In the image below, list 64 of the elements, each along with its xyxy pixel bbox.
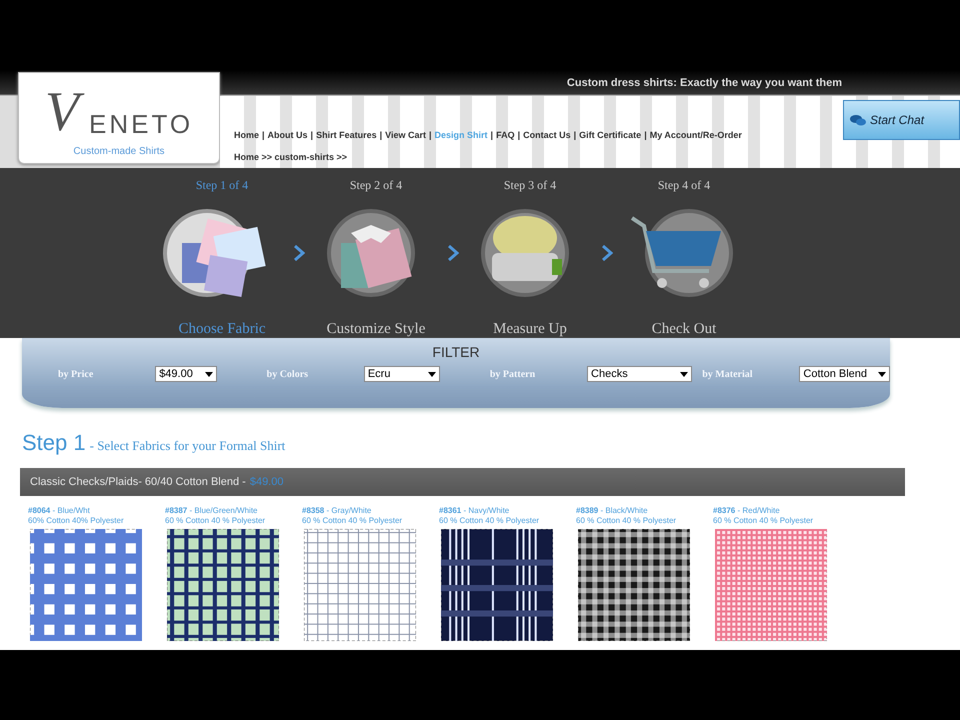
caret-icon [878,372,886,376]
chevron-right-icon [601,244,613,262]
fabric-composition: 60% Cotton 40% Polyester [28,516,125,525]
filter-label: by Material [702,368,754,380]
nav-link[interactable]: My Account/Re-Order [650,130,742,140]
chat-bubbles-icon [850,114,866,126]
filter-title: FILTER [432,344,480,360]
fabric-composition: 60 % Cotton 40 % Polyester [165,516,266,525]
nav-link[interactable]: Contact Us [523,130,571,140]
fabric-swatch[interactable] [441,529,553,641]
fabric-composition: 60 % Cotton 40 % Polyester [439,516,540,525]
nav-separator: | [574,130,576,140]
logo-wordmark: ENETO [89,109,194,140]
step-label[interactable]: Choose Fabric [178,321,266,338]
chevron-right-icon [447,244,459,262]
nav-separator: | [262,130,265,140]
nav-separator: | [518,130,520,140]
logo-initial: V [44,78,90,146]
nav-link[interactable]: Shirt Features [316,130,377,140]
nav-separator: | [310,130,314,140]
slogan: Custom dress shirts: Exactly the way you want them [566,77,842,89]
fabric-composition: 60 % Cotton 40 % Polyester [302,516,404,525]
nav-link[interactable]: FAQ [496,130,515,140]
nav-link[interactable]: Home [234,130,260,140]
filter-label: by Pattern [490,368,536,380]
step-label[interactable]: Measure Up [493,321,567,338]
filter-label: by Price [58,368,94,380]
filter-dropdown[interactable]: Ecru [364,366,440,382]
filter-dropdown[interactable]: $49.00 [155,366,217,382]
filter-dropdown[interactable]: Checks [587,366,692,382]
logo[interactable]: V ENETO Custom-made Shirts [18,72,220,164]
nav-link[interactable]: About Us [268,130,308,140]
fabric-swatch[interactable] [578,529,690,641]
caret-icon [428,372,436,376]
step-subheading: - Select Fabrics for your Formal Shirt [90,438,286,454]
breadcrumb: Home >> custom-shirts >> [234,152,348,162]
nav-separator: | [490,130,494,140]
category-title: Classic Checks/Plaids- 60/40 Cotton Blend - [30,476,246,488]
fabric-composition: 60 % Cotton 40 % Polyester [713,516,814,525]
fabric-swatch[interactable] [715,529,827,641]
step-number: Step 4 of 4 [658,178,710,193]
step-label[interactable]: Customize Style [326,321,426,338]
fabric-swatch[interactable] [167,529,279,641]
fabric-composition: 60 % Cotton 40 % Polyester [576,516,678,525]
step-label[interactable]: Check Out [652,321,716,338]
nav-link[interactable]: Gift Certificate [579,130,642,140]
filter-dropdown[interactable]: Cotton Blend [799,366,890,382]
step-number: Step 3 of 4 [504,178,556,193]
start-chat-button[interactable]: Start Chat [843,100,960,140]
step-number: Step 1 of 4 [196,178,248,193]
category-price: $49.00 [250,476,284,488]
filter-label: by Colors [266,368,310,380]
fabric-swatch[interactable] [304,529,416,641]
step-number: Step 2 of 4 [350,178,402,193]
nav-separator: | [429,130,432,140]
nav-separator: | [644,130,647,140]
logo-tagline: Custom-made Shirts [73,146,165,158]
nav-link[interactable]: View Cart [385,130,426,140]
nav-separator: | [380,130,382,140]
fabric-swatch[interactable] [30,529,142,641]
caret-icon [680,372,688,376]
caret-icon [204,372,213,376]
step-heading: Step 1 [22,430,86,456]
chevron-right-icon [293,244,305,262]
